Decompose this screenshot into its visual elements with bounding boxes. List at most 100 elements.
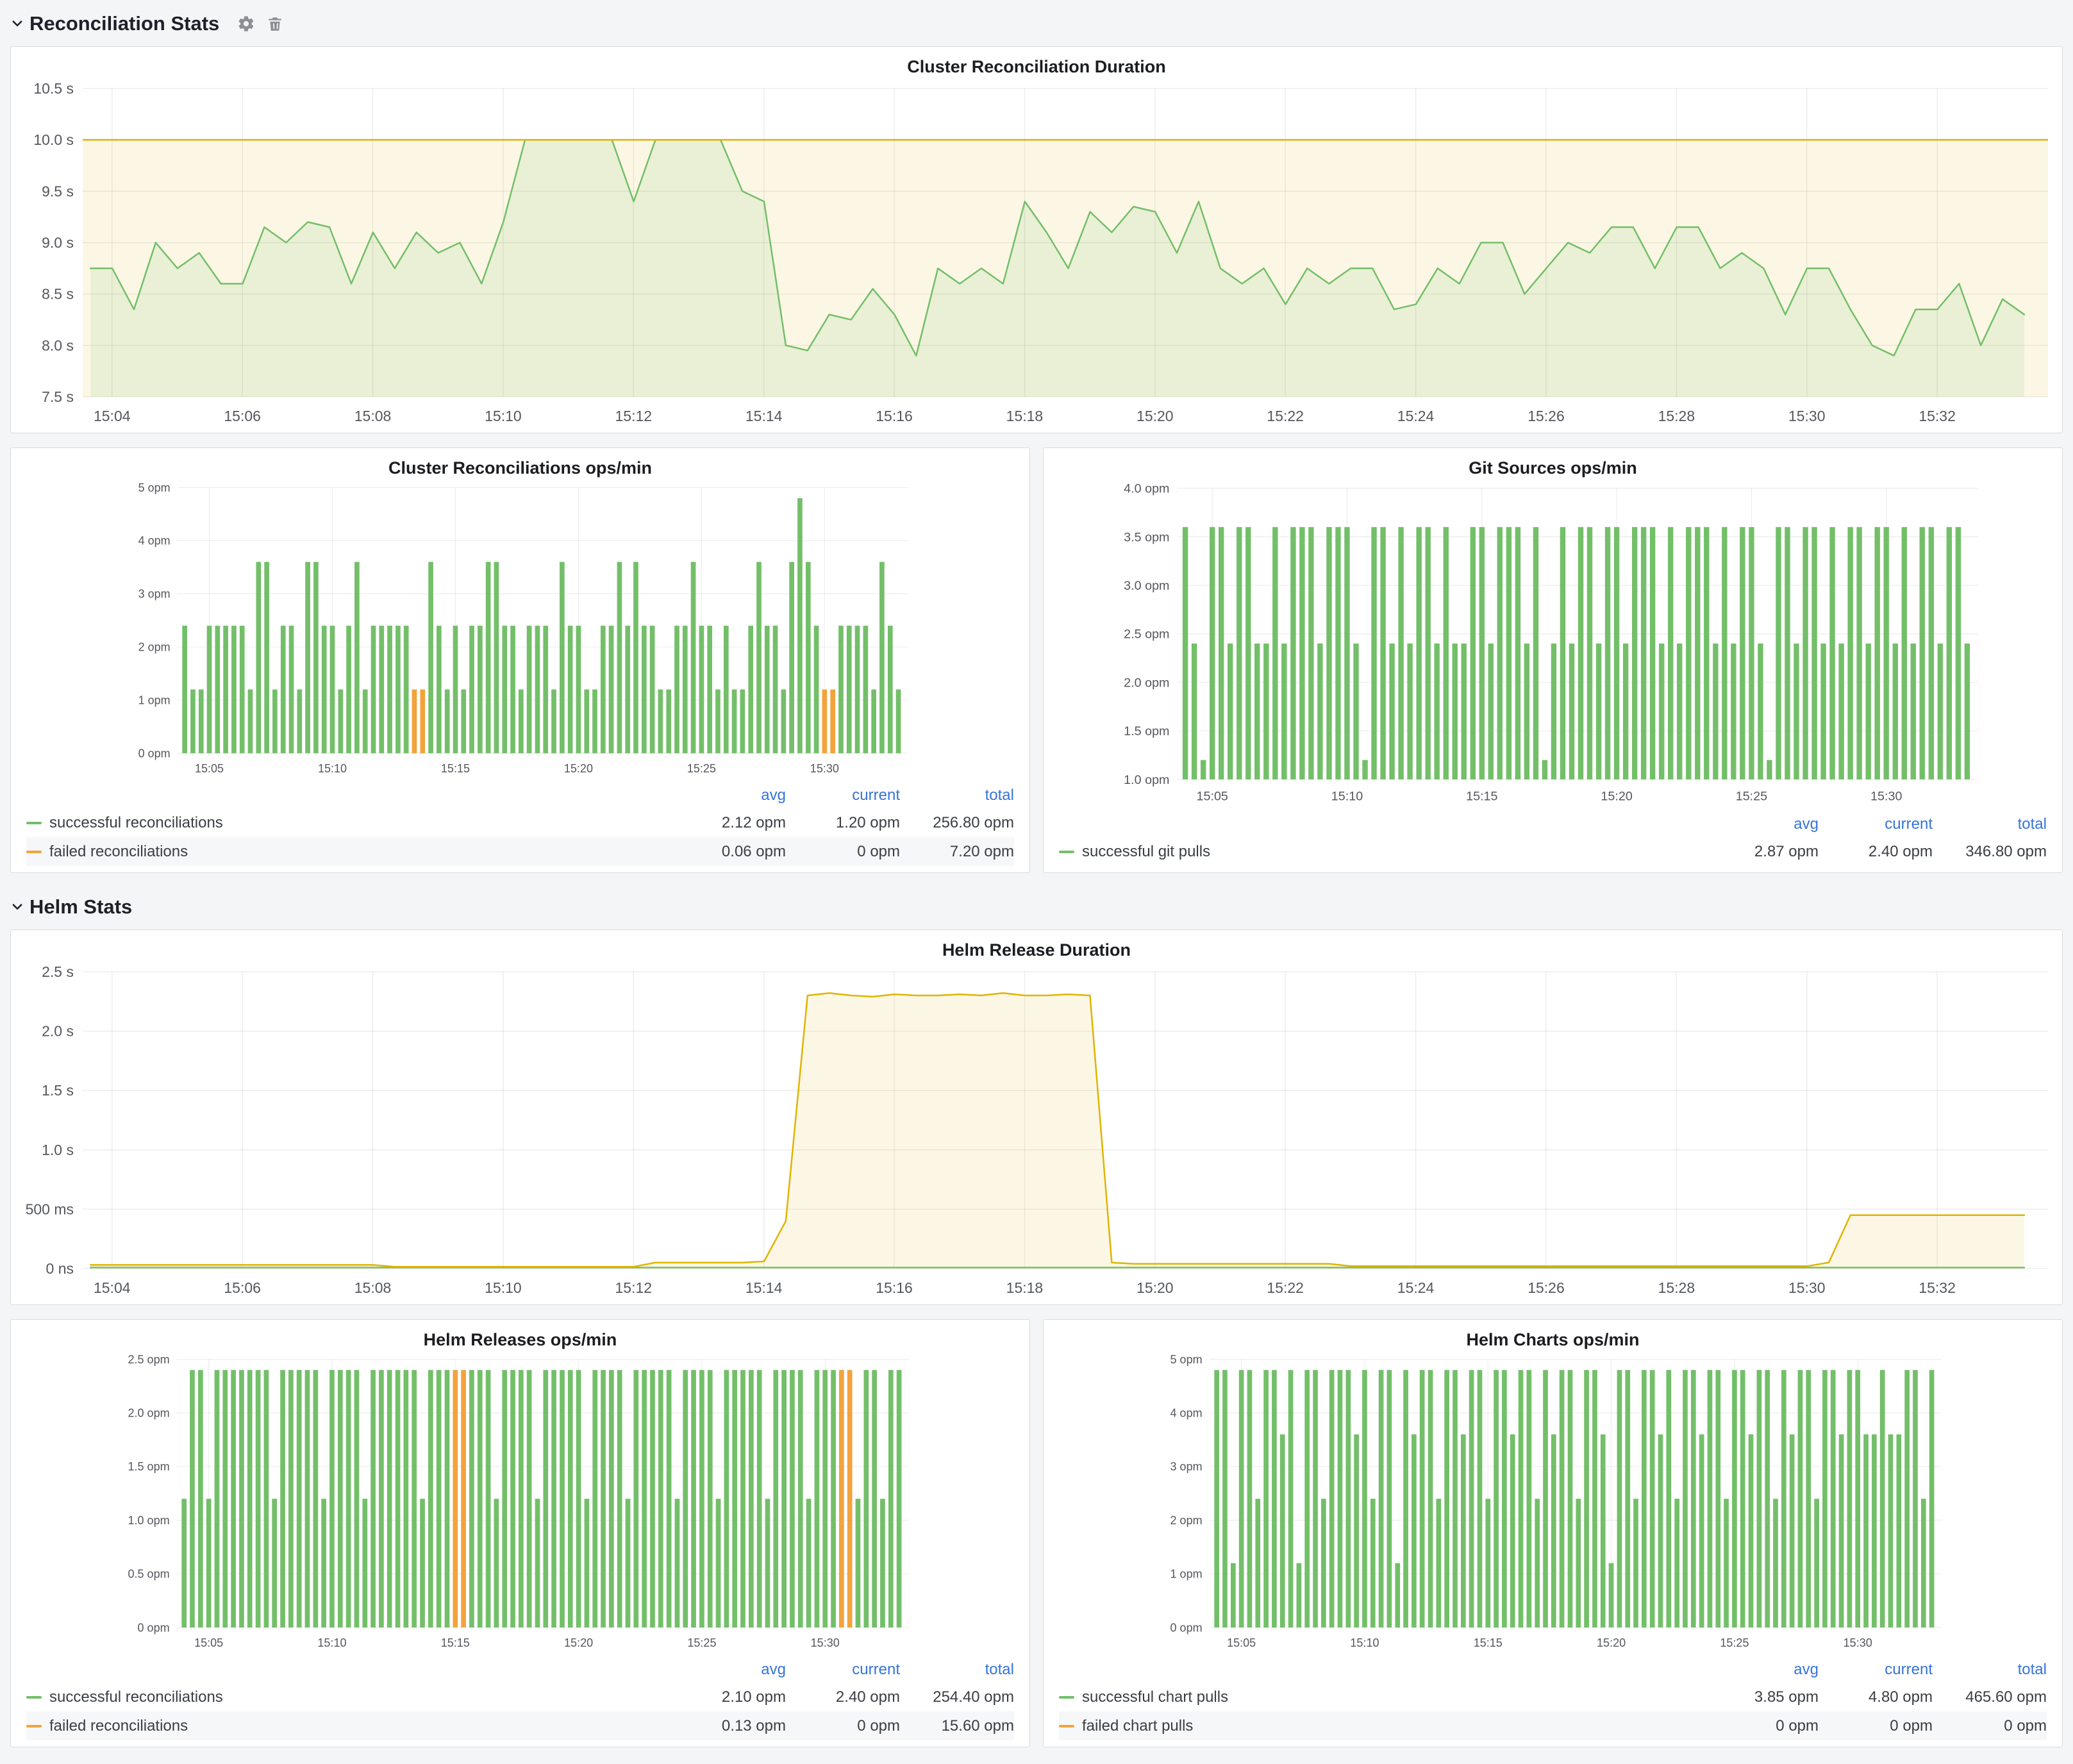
panel-title[interactable]: Git Sources ops/min [1044, 448, 2062, 479]
legend-value: 0 opm [786, 843, 900, 861]
svg-text:15:10: 15:10 [318, 762, 347, 775]
svg-text:15:30: 15:30 [810, 762, 839, 775]
legend-column-current[interactable]: current [786, 786, 900, 804]
git-sources-opm-chart[interactable]: 1.0 opm1.5 opm2.0 opm2.5 opm3.0 opm3.5 o… [1044, 479, 2062, 810]
panel-cluster-reconciliation-duration: Cluster Reconciliation Duration 7.5 s8.0… [10, 46, 2063, 433]
series-label[interactable]: failed chart pulls [1082, 1717, 1193, 1735]
cluster-reconciliations-opm-chart[interactable]: 0 opm1 opm2 opm3 opm4 opm5 opm15:0515:10… [11, 479, 1029, 781]
svg-text:1.5 opm: 1.5 opm [128, 1460, 169, 1473]
svg-text:0 opm: 0 opm [138, 747, 171, 760]
series-label[interactable]: successful git pulls [1082, 843, 1210, 861]
svg-text:15:06: 15:06 [224, 408, 261, 424]
legend-value: 0 opm [1704, 1717, 1819, 1735]
series-color-swatch [1059, 1696, 1074, 1699]
panel-title[interactable]: Helm Charts ops/min [1044, 1320, 2062, 1351]
panel-cluster-reconciliations-opm: Cluster Reconciliations ops/min 0 opm1 o… [10, 447, 1030, 873]
svg-text:9.5 s: 9.5 s [42, 183, 74, 199]
svg-text:15:06: 15:06 [224, 1279, 261, 1296]
svg-text:2 opm: 2 opm [138, 641, 171, 654]
svg-text:3.5 opm: 3.5 opm [1124, 530, 1169, 544]
legend-column-total[interactable]: total [900, 1661, 1014, 1679]
svg-text:15:22: 15:22 [1267, 1279, 1304, 1296]
series-color-swatch [1059, 1725, 1074, 1727]
legend: avgcurrenttotal successful reconciliation… [11, 781, 1029, 872]
svg-text:0 opm: 0 opm [1170, 1621, 1202, 1634]
svg-text:15:05: 15:05 [1197, 790, 1228, 804]
svg-text:15:30: 15:30 [1844, 1636, 1872, 1649]
row-title[interactable]: Reconciliation Stats [29, 12, 219, 35]
svg-text:15:04: 15:04 [94, 1279, 131, 1296]
legend-value: 4.80 opm [1819, 1688, 1933, 1706]
row-title[interactable]: Helm Stats [29, 895, 132, 919]
panel-row-reconciliations: Cluster Reconciliations ops/min 0 opm1 o… [10, 447, 2063, 873]
svg-text:15:05: 15:05 [195, 762, 224, 775]
svg-text:15:18: 15:18 [1006, 1279, 1044, 1296]
legend-value: 2.87 opm [1704, 843, 1819, 861]
helm-releases-opm-chart[interactable]: 0 opm0.5 opm1.0 opm1.5 opm2.0 opm2.5 opm… [11, 1351, 1029, 1656]
row-header-helm-stats[interactable]: Helm Stats [10, 890, 2063, 924]
svg-text:15:04: 15:04 [94, 408, 131, 424]
svg-text:15:10: 15:10 [485, 408, 522, 424]
legend-column-current[interactable]: current [786, 1661, 900, 1679]
legend-row: failed chart pulls0 opm0 opm0 opm [1059, 1711, 2047, 1740]
svg-text:5 opm: 5 opm [138, 481, 171, 494]
svg-text:4 opm: 4 opm [138, 535, 171, 547]
svg-text:0 ns: 0 ns [46, 1260, 74, 1277]
legend-column-total[interactable]: total [1933, 815, 2047, 833]
series-color-swatch [26, 1725, 42, 1727]
panel-helm-charts-opm: Helm Charts ops/min 0 opm1 opm2 opm3 opm… [1043, 1319, 2063, 1747]
legend-value: 0 opm [1819, 1717, 1933, 1735]
svg-text:8.0 s: 8.0 s [42, 337, 74, 354]
legend-column-total[interactable]: total [1933, 1661, 2047, 1679]
helm-charts-opm-chart[interactable]: 0 opm1 opm2 opm3 opm4 opm5 opm15:0515:10… [1044, 1351, 2062, 1656]
svg-text:15:14: 15:14 [745, 1279, 783, 1296]
svg-text:1.0 opm: 1.0 opm [128, 1514, 169, 1527]
legend-column-avg[interactable]: avg [1704, 1661, 1819, 1679]
row-header-reconciliation-stats[interactable]: Reconciliation Stats [10, 6, 2063, 41]
legend-value: 2.12 opm [672, 814, 786, 832]
svg-text:2 opm: 2 opm [1170, 1514, 1202, 1527]
svg-text:15:20: 15:20 [1136, 1279, 1174, 1296]
legend-value: 0 opm [786, 1717, 900, 1735]
svg-text:15:16: 15:16 [876, 1279, 913, 1296]
legend-column-avg[interactable]: avg [672, 1661, 786, 1679]
svg-text:15:15: 15:15 [1474, 1636, 1503, 1649]
series-label[interactable]: successful reconciliations [49, 1688, 223, 1706]
svg-text:15:20: 15:20 [1136, 408, 1174, 424]
svg-text:0 opm: 0 opm [137, 1621, 169, 1634]
svg-text:15:10: 15:10 [317, 1636, 346, 1649]
svg-text:15:18: 15:18 [1006, 408, 1044, 424]
series-color-swatch [26, 822, 42, 824]
legend-value: 15.60 opm [900, 1717, 1014, 1735]
svg-text:15:26: 15:26 [1528, 1279, 1565, 1296]
panel-title[interactable]: Cluster Reconciliations ops/min [11, 448, 1029, 479]
svg-text:15:20: 15:20 [1597, 1636, 1626, 1649]
svg-text:15:25: 15:25 [687, 1636, 716, 1649]
legend-header: avgcurrenttotal [26, 783, 1014, 808]
cluster-reconciliation-duration-chart[interactable]: 7.5 s8.0 s8.5 s9.0 s9.5 s10.0 s10.5 s15:… [11, 78, 2062, 433]
series-label[interactable]: failed reconciliations [49, 1717, 188, 1735]
svg-text:15:14: 15:14 [745, 408, 783, 424]
row-settings-button[interactable] [237, 15, 255, 33]
legend-column-avg[interactable]: avg [1704, 815, 1819, 833]
legend-value: 465.60 opm [1933, 1688, 2047, 1706]
panel-title[interactable]: Cluster Reconciliation Duration [11, 47, 2062, 78]
panel-row-helm: Helm Releases ops/min 0 opm0.5 opm1.0 op… [10, 1319, 2063, 1747]
legend-row: failed reconciliations0.13 opm0 opm15.60… [26, 1711, 1014, 1740]
legend-column-current[interactable]: current [1819, 1661, 1933, 1679]
series-label[interactable]: failed reconciliations [49, 843, 188, 861]
series-label[interactable]: successful chart pulls [1082, 1688, 1228, 1706]
helm-release-duration-chart[interactable]: 0 ns500 ms1.0 s1.5 s2.0 s2.5 s15:0415:06… [11, 961, 2062, 1304]
series-label[interactable]: successful reconciliations [49, 814, 223, 832]
svg-text:15:32: 15:32 [1919, 1279, 1956, 1296]
row-delete-button[interactable] [267, 15, 283, 32]
legend-value: 2.40 opm [1819, 843, 1933, 861]
legend-column-total[interactable]: total [900, 786, 1014, 804]
svg-text:15:20: 15:20 [1601, 790, 1632, 804]
panel-title[interactable]: Helm Releases ops/min [11, 1320, 1029, 1351]
legend-column-current[interactable]: current [1819, 815, 1933, 833]
legend-value: 256.80 opm [900, 814, 1014, 832]
svg-text:15:25: 15:25 [687, 762, 716, 775]
legend-column-avg[interactable]: avg [672, 786, 786, 804]
panel-title[interactable]: Helm Release Duration [11, 930, 2062, 961]
